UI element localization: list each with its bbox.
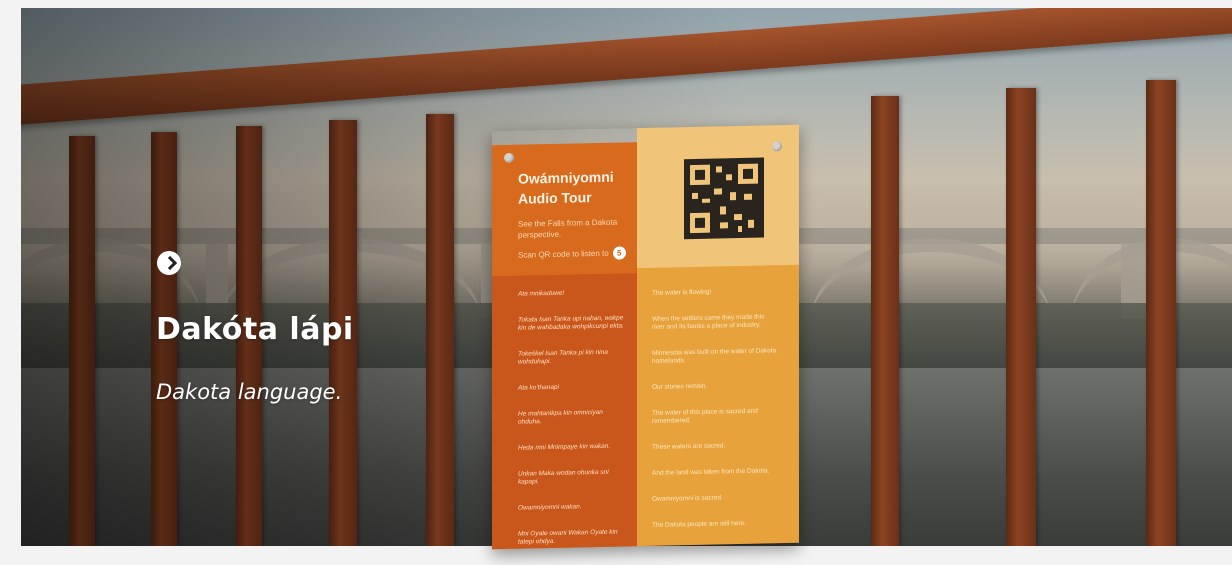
english-line: And the land was taken from the Dakota. <box>652 467 770 477</box>
dakota-line: He mahtanikpa kin omniciyan ohduha. <box>518 408 603 426</box>
sign-title-line: Owámniyomni <box>518 168 614 187</box>
dakota-line: Tokeškel Isan Tanka pi kin nina wohduhap… <box>518 348 608 366</box>
sign-title-line: Audio Tour <box>518 189 592 207</box>
english-line: These waters are sacred. <box>652 442 726 451</box>
chevron-right-circle-icon[interactable] <box>157 251 181 275</box>
english-line: Minnesota was built on the water of Dako… <box>652 347 777 365</box>
english-line: Our stories remain. <box>652 382 708 391</box>
dakota-text-list: Ata mnikaduwe! Tokata Isan Tanka upi nah… <box>518 288 628 564</box>
english-line: When the settlers came they made this ri… <box>652 313 765 331</box>
dakota-line: Tokata Isan Tanka upi nahan, wakpe kin d… <box>518 314 624 332</box>
hero-subtitle: Dakota language. <box>156 380 343 404</box>
sign-scan-text: Scan QR code to listen to 5 <box>518 246 626 261</box>
english-line: The Dakota people are still here. <box>652 519 746 529</box>
dakota-line: Ata ko'thanapi <box>518 383 559 392</box>
sign-title: Owámniyomni Audio Tour <box>518 167 614 209</box>
audio-tour-sign: Owámniyomni Audio Tour See the Falls fro… <box>492 124 799 550</box>
english-line: The water is flowing! <box>652 288 712 297</box>
dakota-line: Ata mnikaduwe! <box>518 289 565 298</box>
dakota-line: Unkan Maka wodan ohunka sni kapapi. <box>518 468 609 486</box>
english-line: The water of this place is sacred and re… <box>652 407 758 425</box>
english-line: Owamniyomni is sacred. <box>652 494 723 503</box>
sign-description: See the Falls from a Dakota perspective. <box>518 217 618 240</box>
dakota-line: Heda mni Mnimpaye kin wakan. <box>518 442 611 452</box>
hero-title: Dakóta lápi <box>156 312 354 347</box>
sign-scan-label: Scan QR code to listen to <box>518 248 609 260</box>
sign-scan-number: 5 <box>612 246 626 260</box>
qr-code-icon <box>684 157 764 240</box>
english-text-list: The water is flowing! When the settlers … <box>652 287 777 548</box>
dakota-line: Mni Oyate owani Wakan Oyate kin tatepi o… <box>518 528 618 546</box>
dakota-line: Owamniyomni wakan. <box>518 503 582 512</box>
